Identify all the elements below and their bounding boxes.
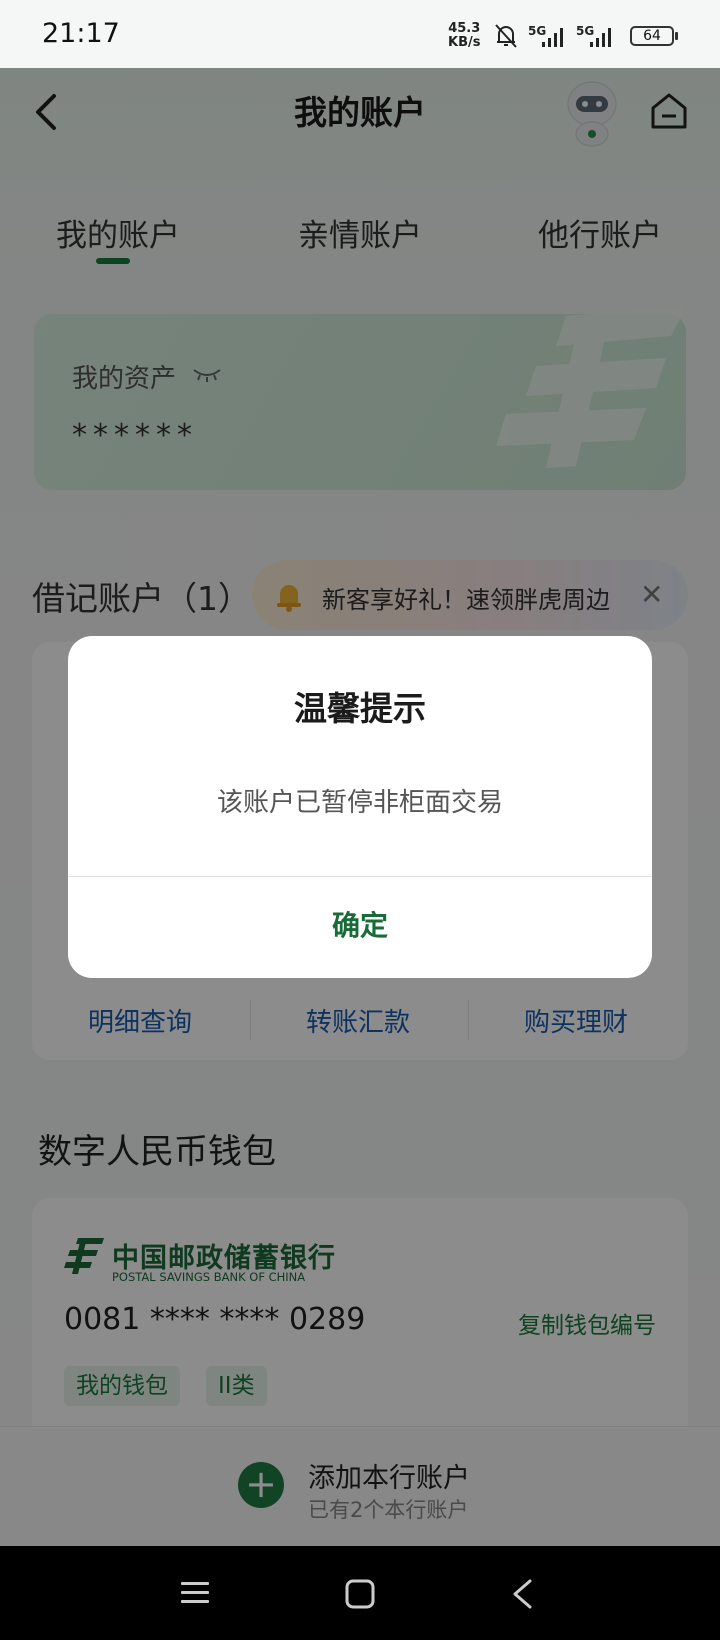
mute-bell-icon bbox=[495, 24, 517, 48]
system-nav-bar bbox=[0, 1546, 720, 1640]
clock: 21:17 bbox=[42, 18, 120, 49]
net-speed: 45.3 KB/s bbox=[448, 22, 480, 50]
signal-1-icon bbox=[542, 28, 563, 47]
battery-icon: 64 bbox=[630, 26, 678, 46]
status-bar: 21:17 45.3 KB/s 5G 5G 64 bbox=[0, 0, 720, 68]
back-nav-icon[interactable] bbox=[510, 1578, 534, 1610]
dialog-message: 该账户已暂停非柜面交易 bbox=[216, 788, 503, 818]
net-speed-value: 45.3 bbox=[448, 21, 481, 36]
signal-2-icon bbox=[590, 28, 611, 47]
menu-icon[interactable] bbox=[180, 1580, 210, 1606]
alert-dialog: 温馨提示 该账户已暂停非柜面交易 确定 bbox=[68, 636, 652, 978]
net-speed-unit: KB/s bbox=[448, 35, 481, 50]
dialog-title: 温馨提示 bbox=[294, 689, 426, 728]
home-square-icon[interactable] bbox=[344, 1578, 376, 1610]
confirm-button[interactable]: 确定 bbox=[68, 877, 652, 978]
